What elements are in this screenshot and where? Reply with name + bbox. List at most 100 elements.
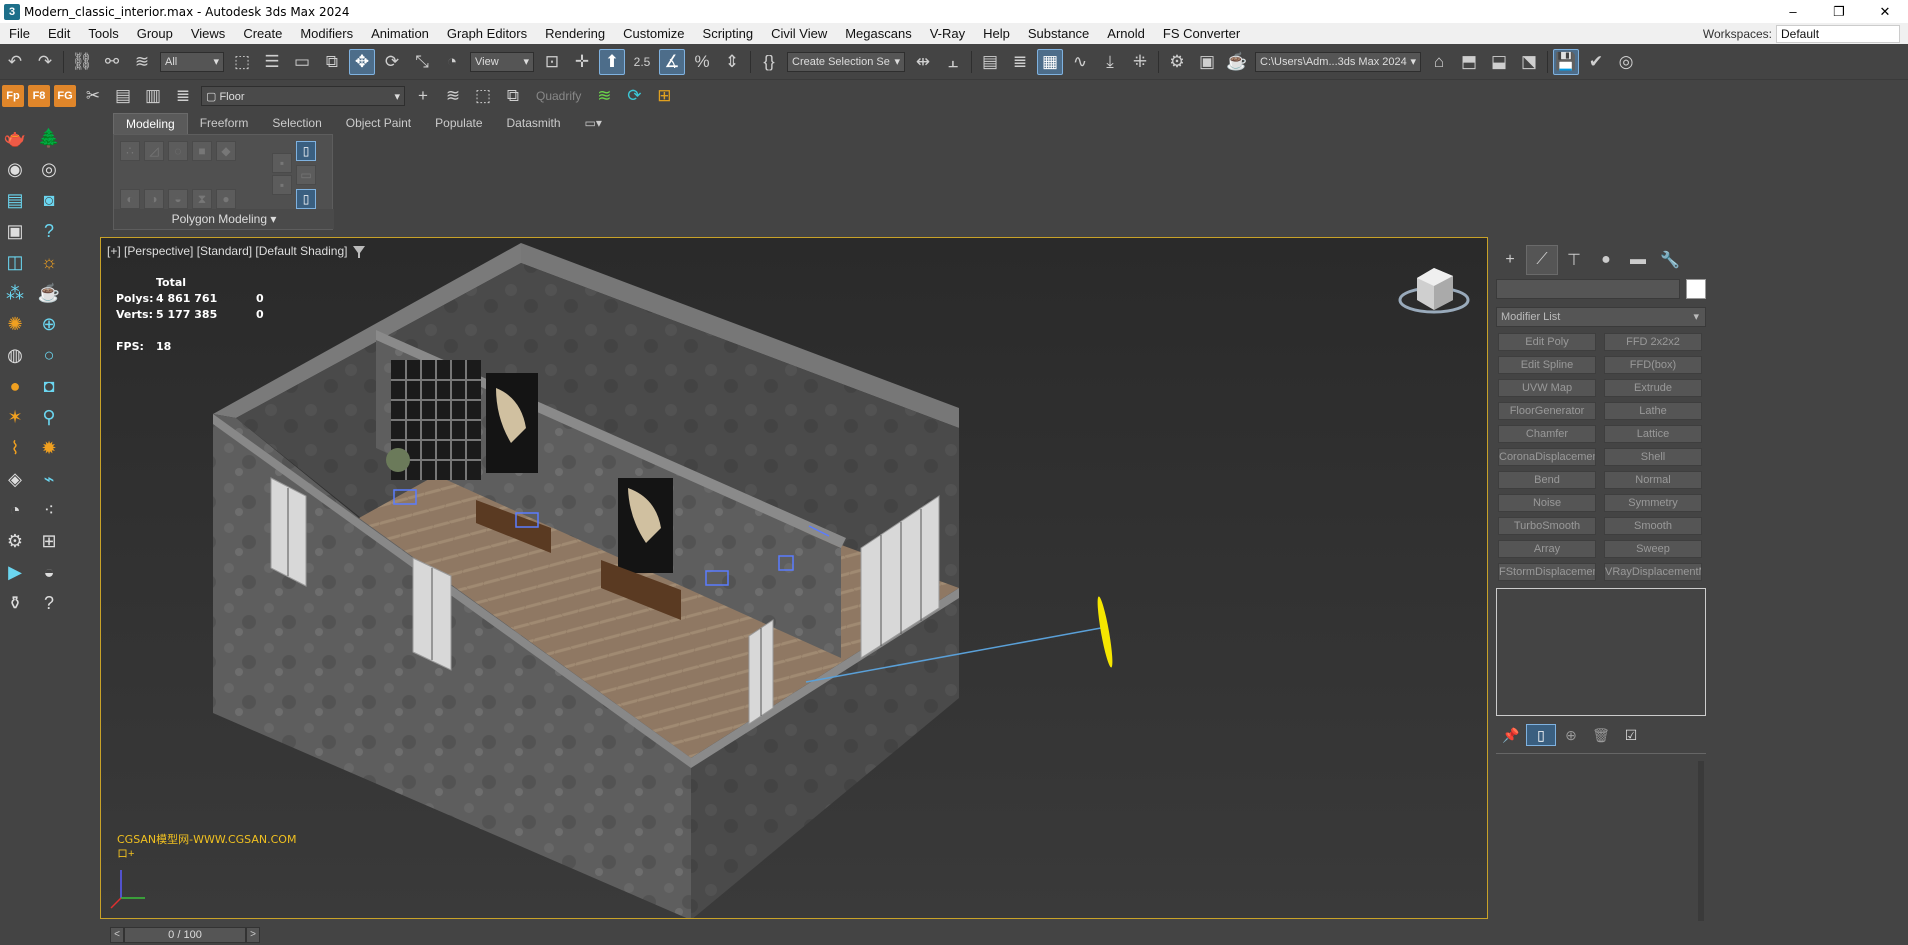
menu-fs-converter[interactable]: FS Converter (1154, 26, 1249, 41)
tree-icon[interactable]: 🌲 (36, 125, 62, 151)
modifier-edit-spline-button[interactable]: Edit Spline (1498, 356, 1596, 374)
select-manipulate-icon[interactable]: ✛ (569, 49, 595, 75)
workspaces-select[interactable]: Default (1776, 24, 1900, 43)
modifier-lathe-button[interactable]: Lathe (1604, 402, 1702, 420)
snaps-toggle-icon[interactable]: 2.5 (629, 49, 655, 75)
layer-dropdown[interactable]: ▢ Floor ▾ (201, 86, 405, 106)
fg-icon[interactable]: FG (54, 85, 76, 107)
ignore-backfacing-icon[interactable]: ◒ (168, 189, 188, 209)
teapot3-icon[interactable]: ⚱ (2, 590, 28, 616)
modifier-vraydisplacementmod-button[interactable]: VRayDisplacementMod (1604, 563, 1702, 581)
schematic-view-icon[interactable]: ⤓ (1097, 49, 1123, 75)
render-icon[interactable]: ▶ (2, 559, 28, 585)
tab-modeling[interactable]: Modeling (113, 113, 188, 134)
menu-create[interactable]: Create (234, 26, 291, 41)
tab-populate[interactable]: Populate (423, 113, 494, 134)
menu-animation[interactable]: Animation (362, 26, 438, 41)
utilities-tab-icon[interactable]: 🔧 (1654, 245, 1686, 275)
autodesk-assistant-icon[interactable]: ◎ (1613, 49, 1639, 75)
modifier-chamfer-button[interactable]: Chamfer (1498, 425, 1596, 443)
gear-icon[interactable]: ⚙ (2, 528, 28, 554)
select-rotate-icon[interactable]: ⟳ (379, 49, 405, 75)
time-prev-button[interactable]: < (110, 926, 124, 943)
open-project-icon[interactable]: ⬒ (1456, 49, 1482, 75)
f8-icon[interactable]: F8 (28, 85, 50, 107)
window-crossing-icon[interactable]: ⧉ (319, 49, 345, 75)
select-place-icon[interactable]: ◔ (439, 49, 465, 75)
bind-spacewarp-icon[interactable]: ≋ (129, 49, 155, 75)
help2-icon[interactable]: ? (36, 590, 62, 616)
ribbon-options-icon[interactable]: ▭▾ (573, 113, 614, 134)
menu-help[interactable]: Help (974, 26, 1019, 41)
toggle-layer-explorer-icon[interactable]: ≣ (1007, 49, 1033, 75)
time-next-button[interactable]: > (246, 926, 260, 943)
fp-icon[interactable]: Fp (2, 85, 24, 107)
layer-stack-icon[interactable]: ≋ (440, 83, 466, 109)
target-icon[interactable]: ⊕ (36, 311, 62, 337)
modifier-edit-poly-button[interactable]: Edit Poly (1498, 333, 1596, 351)
modifier-normal-button[interactable]: Normal (1604, 471, 1702, 489)
modifier-fstormdisplacement-button[interactable]: FStormDisplacement (1498, 563, 1596, 581)
project-folder-dropdown[interactable]: C:\Users\Adm...3ds Max 2024 ▾ (1255, 51, 1421, 72)
eye-icon[interactable]: ◍ (2, 342, 28, 368)
menu-file[interactable]: File (0, 26, 39, 41)
menu-v-ray[interactable]: V-Ray (921, 26, 974, 41)
add-layer-icon[interactable]: + (410, 83, 436, 109)
curve-editor-icon[interactable]: ∿ (1067, 49, 1093, 75)
menu-views[interactable]: Views (182, 26, 234, 41)
mirror-icon[interactable]: ⇹ (910, 49, 936, 75)
toggle-scene-explorer-icon[interactable]: ▤ (977, 49, 1003, 75)
collapse-stack-icon[interactable]: ⧗ (192, 189, 212, 209)
panel-scrollbar[interactable] (1698, 761, 1704, 921)
select-object-icon[interactable]: ⬚ (229, 49, 255, 75)
globe-icon[interactable]: ◒ (36, 559, 62, 585)
perspective-viewport[interactable]: [+] [Perspective] [Standard] [Default Sh… (100, 237, 1488, 919)
menu-group[interactable]: Group (128, 26, 182, 41)
ring-icon[interactable]: ○ (36, 342, 62, 368)
align-icon[interactable]: ⫠ (940, 49, 966, 75)
modifier-noise-button[interactable]: Noise (1498, 494, 1596, 512)
toggle-ribbon-icon[interactable]: ▦ (1037, 48, 1063, 75)
camera2-icon[interactable]: ◘ (36, 373, 62, 399)
sphere-icon[interactable]: ● (2, 373, 28, 399)
brush-icon[interactable]: ⌁ (36, 466, 62, 492)
layers-icon[interactable]: ≣ (170, 83, 196, 109)
selection-filter-dropdown[interactable]: All ▾ (160, 51, 224, 72)
restore-button[interactable]: ❐ (1816, 0, 1862, 23)
tab-datasmith[interactable]: Datasmith (495, 113, 573, 134)
select-move-icon[interactable]: ✥ (349, 48, 375, 75)
object-name-field[interactable] (1496, 279, 1680, 299)
previous-modifier-icon[interactable]: ▪ (272, 175, 292, 195)
pivot-center-icon[interactable]: ⊡ (539, 49, 565, 75)
project-settings-icon[interactable]: ⬔ (1516, 49, 1542, 75)
sun-icon[interactable]: ✺ (2, 311, 28, 337)
preserve-uvs-icon[interactable]: ◑ (144, 189, 164, 209)
save-icon[interactable]: 💾 (1553, 48, 1579, 75)
keyboard-shortcut-override-icon[interactable]: ⬆ (599, 48, 625, 75)
modifier-list-dropdown[interactable]: Modifier List ▾ (1496, 307, 1706, 327)
check-icon[interactable]: ✔ (1583, 49, 1609, 75)
select-by-name-icon[interactable]: ☰ (259, 49, 285, 75)
edge-mode-icon[interactable]: ◿ (144, 141, 164, 161)
link-icon[interactable]: ⛓ (69, 49, 95, 75)
show-end-result-icon[interactable]: ▯ (1526, 724, 1556, 746)
rendered-frame-window-icon[interactable]: ▣ (1194, 49, 1220, 75)
tab-selection[interactable]: Selection (260, 113, 333, 134)
help-icon[interactable]: ? (36, 218, 62, 244)
modifier-uvw-map-button[interactable]: UVW Map (1498, 379, 1596, 397)
ball-icon[interactable]: ◉ (2, 156, 28, 182)
render-setup-icon[interactable]: ⚙ (1164, 49, 1190, 75)
create-project-icon[interactable]: ⬓ (1486, 49, 1512, 75)
modify-tab-icon[interactable]: ⟋ (1526, 245, 1558, 275)
polygon-modeling-label[interactable]: Polygon Modeling ▾ (114, 209, 334, 229)
torus-icon[interactable]: ◎ (36, 156, 62, 182)
menu-edit[interactable]: Edit (39, 26, 79, 41)
modifier-array-button[interactable]: Array (1498, 540, 1596, 558)
modifier-shell-button[interactable]: Shell (1604, 448, 1702, 466)
menu-substance[interactable]: Substance (1019, 26, 1098, 41)
time-slider[interactable]: 0 / 100 (124, 926, 246, 943)
menu-tools[interactable]: Tools (79, 26, 127, 41)
create-tab-icon[interactable]: + (1494, 245, 1526, 275)
layer-green-icon[interactable]: ≋ (591, 83, 617, 109)
teapot2-icon[interactable]: ☕ (36, 280, 62, 306)
